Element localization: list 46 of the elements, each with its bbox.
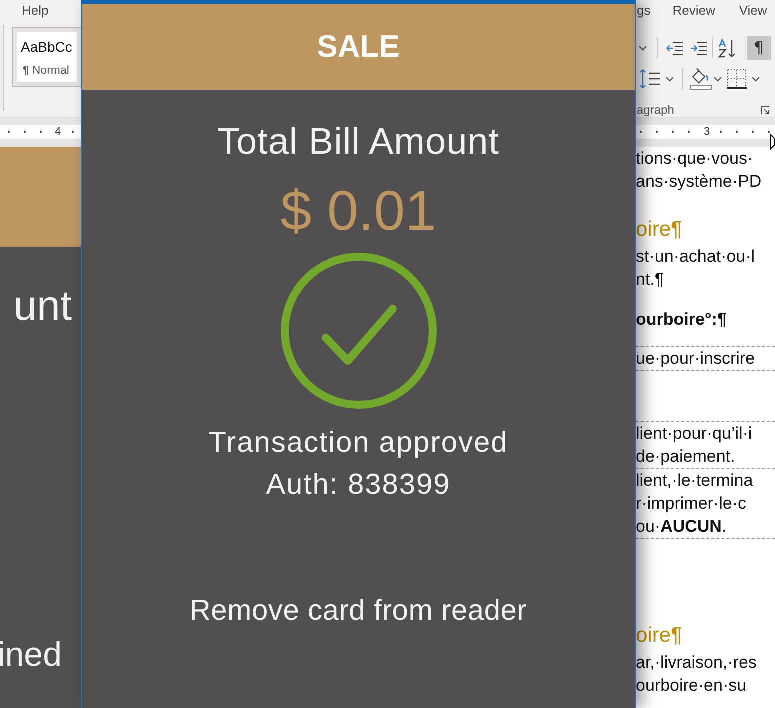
style-gallery[interactable]: AaBbCc ¶ Normal [12,27,81,87]
document-line: ans·système·PD [636,171,763,193]
ribbon-tab[interactable]: Help [22,1,49,23]
check-circle-icon [280,253,436,409]
caret-icon[interactable] [714,76,722,82]
document-line: ou·AUCUN. [636,516,728,538]
status-message: Transaction approved [208,426,508,461]
sort-icon[interactable] [718,38,738,58]
document-line: lient,·le·termina [636,470,754,492]
ruler-number: 4 [53,126,64,138]
ruler-number: 3 [702,126,712,138]
document-line: lient·pour·qu’il·i [636,423,754,445]
window-text: unt [14,282,73,330]
ribbon-tab[interactable]: Review [672,0,716,22]
borders-icon[interactable] [727,69,747,89]
document-heading: oire¶ [636,217,684,243]
caret-icon[interactable] [666,76,674,82]
document-line: r·imprimer·le·c [636,493,748,515]
document-line: st·un·achat·ou·l [636,246,756,268]
document-line: ourboire·en·su [636,675,748,697]
document-label: ourboire°:¶ [636,309,728,331]
style-name: ¶ Normal [23,64,70,78]
document-line: tions·que·vous· [636,148,754,170]
window-title: SALE [317,29,400,65]
style-preview: AaBbCc [21,38,72,56]
document-line: nt.¶ [636,269,666,291]
total-label: Total Bill Amount [217,121,500,163]
group-label: agraph [637,104,674,117]
auth-code: Auth: 838399 [266,468,451,503]
paint-bucket-icon[interactable] [690,68,712,90]
dialog-launcher-icon[interactable] [761,106,770,115]
document-line: de·paiement. [636,446,736,468]
window-text: ined [0,635,63,675]
document-line: ar,·livraison,·res [636,652,758,674]
caret-icon[interactable] [639,46,647,50]
caret-icon[interactable] [752,76,760,82]
amount-text: $ 0.01 [280,179,436,243]
ribbon-tab[interactable]: View [739,0,768,22]
increase-indent-icon[interactable] [690,40,707,56]
document-line: ue·pour·inscrire [636,348,756,370]
ribbon-tab[interactable]: gs [637,0,651,22]
line-spacing-icon[interactable] [640,69,660,89]
document-heading: oire¶ [636,623,684,649]
decrease-indent-icon[interactable] [666,40,683,56]
instruction-text: Remove card from reader [190,594,528,629]
show-formatting-button[interactable]: ¶ [747,36,771,60]
